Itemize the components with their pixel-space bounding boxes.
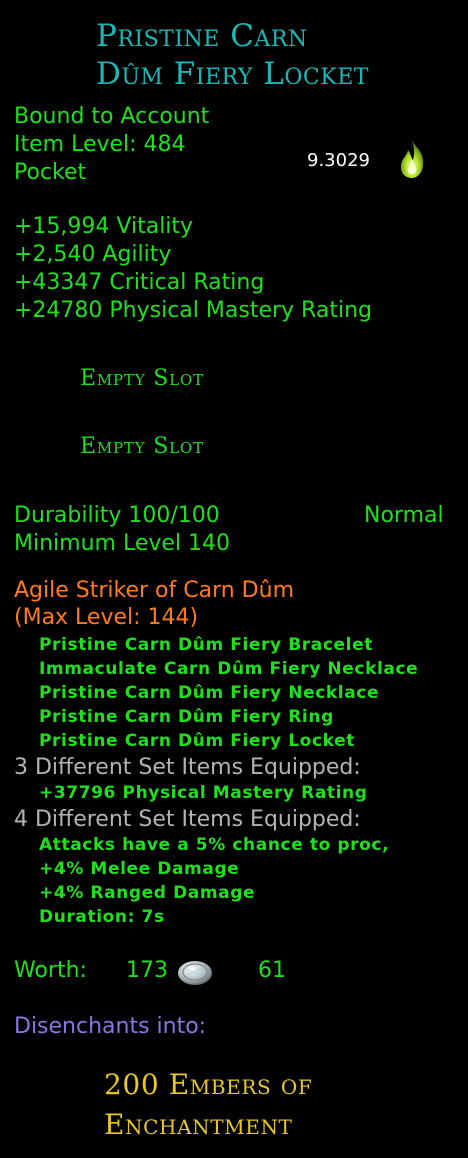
binding-text: Bound to Account [14,104,210,129]
worth-copper: 61 [258,958,286,983]
set-item: Pristine Carn Dûm Fiery Necklace [39,683,380,703]
set-bonus-line: Attacks have a 5% chance to proc, [39,835,390,855]
disenchant-result-line1: 200 Embers of [104,1068,313,1101]
set-name: Agile Striker of Carn Dûm [14,578,294,603]
item-name-line2: Dûm Fiery Locket [96,56,369,92]
set-bonus-line: +4% Ranged Damage [39,883,256,903]
disenchant-label: Disenchants into: [14,1014,207,1039]
empty-essence-slot: Empty Slot [80,434,204,459]
slot-type-text: Pocket [14,160,87,185]
worth-silver: 173 [126,958,168,983]
set-item: Pristine Carn Dûm Fiery Locket [39,731,355,751]
set-item: Pristine Carn Dûm Fiery Ring [39,707,334,727]
stat-line: +2,540 Agility [14,242,172,267]
set-max-level: (Max Level: 144) [14,605,199,630]
worth-label: Worth: [14,958,87,983]
silver-coin-icon [175,957,215,987]
minimum-level-text: Minimum Level 140 [14,531,231,556]
set-bonus-4-header: 4 Different Set Items Equipped: [14,807,361,832]
item-level-text: Item Level: 484 [14,132,186,157]
item-name-line1: Pristine Carn [96,18,308,54]
set-bonus-line: +4% Melee Damage [39,859,240,879]
dps-value: 9.3029 [307,150,370,171]
durability-type: Normal [364,503,444,528]
set-item: Immaculate Carn Dûm Fiery Necklace [39,659,419,679]
item-tooltip: Pristine Carn Dûm Fiery Locket Bound to … [0,0,468,1158]
set-bonus-line: +37796 Physical Mastery Rating [39,783,368,803]
stat-line: +24780 Physical Mastery Rating [14,298,372,323]
set-item: Pristine Carn Dûm Fiery Bracelet [39,635,373,655]
durability-text: Durability 100/100 [14,503,220,528]
stat-line: +43347 Critical Rating [14,270,265,295]
flame-icon [396,138,428,180]
stat-line: +15,994 Vitality [14,214,194,239]
set-bonus-line: Duration: 7s [39,907,165,927]
empty-essence-slot: Empty Slot [80,366,204,391]
disenchant-result-line2: Enchantment [104,1108,293,1141]
set-bonus-3-header: 3 Different Set Items Equipped: [14,755,361,780]
